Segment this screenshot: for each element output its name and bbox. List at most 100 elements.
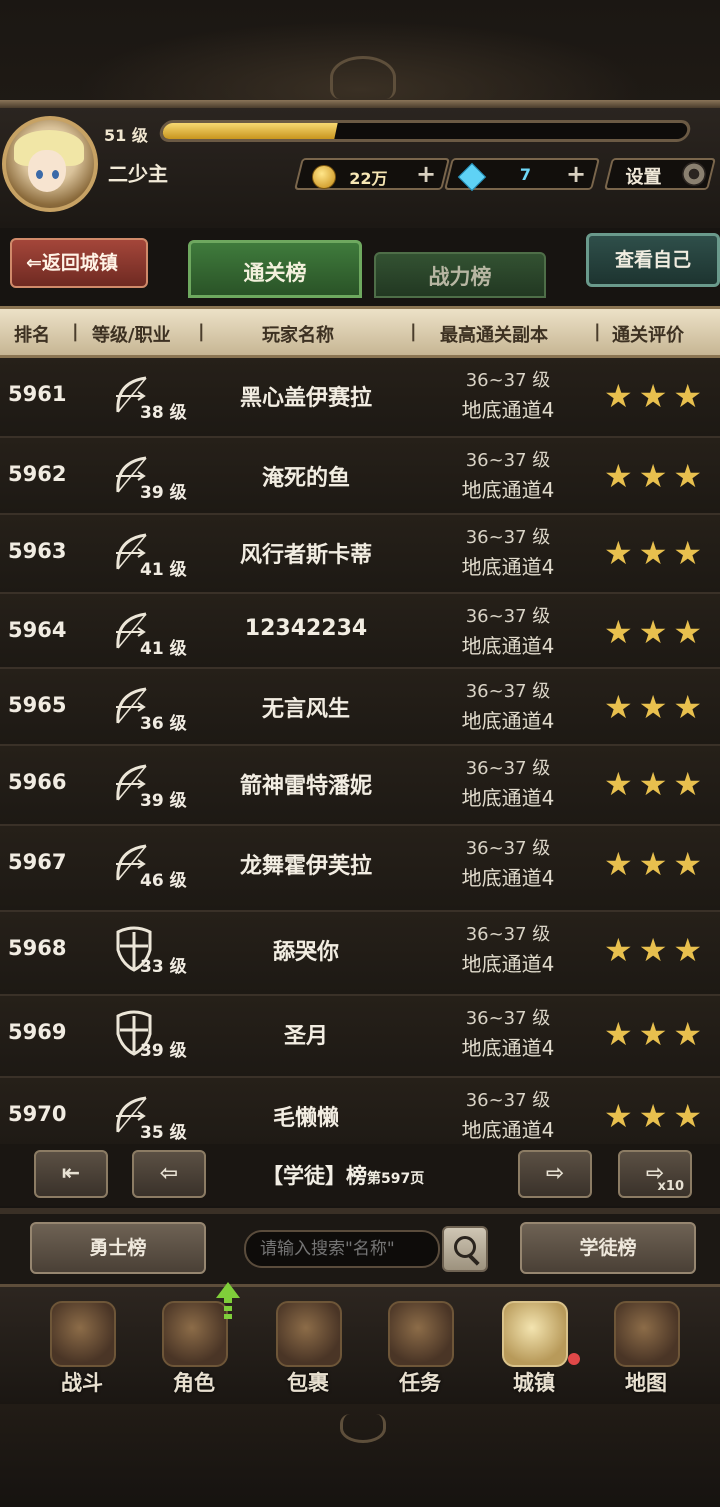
prev-page-button[interactable]: ⇦ bbox=[132, 1150, 206, 1198]
dungeon-level-range: 36~37 级 bbox=[465, 924, 551, 945]
player-name: 风行者斯卡蒂 bbox=[239, 543, 372, 568]
dungeon-name: 地底通道4 bbox=[461, 709, 555, 733]
nav-town[interactable]: 城镇 bbox=[484, 1295, 584, 1399]
upgrade-arrow-tail bbox=[224, 1298, 232, 1320]
dungeon-level-range: 36~37 级 bbox=[465, 838, 551, 859]
x10-label: x10 bbox=[657, 1179, 684, 1194]
nav-label: 城镇 bbox=[513, 1371, 555, 1395]
star-rating: ★★★ bbox=[604, 1097, 709, 1135]
dungeon-level-range: 36~37 级 bbox=[465, 606, 551, 627]
col-separator: | bbox=[410, 321, 417, 342]
player-name: 淹死的鱼 bbox=[261, 466, 350, 491]
player-name: 黑心盖伊赛拉 bbox=[239, 386, 372, 411]
col-separator: | bbox=[594, 321, 601, 342]
player-level: 39 级 bbox=[140, 791, 187, 811]
col-separator: | bbox=[72, 321, 79, 342]
table-row[interactable]: 5963 41 级 风行者斯卡蒂 36~37 级地底通道4 ★★★ bbox=[0, 515, 720, 594]
nav-label: 包裹 bbox=[287, 1371, 329, 1395]
nav-map[interactable]: 地图 bbox=[596, 1295, 696, 1399]
search-input[interactable] bbox=[244, 1230, 440, 1268]
page-number: 第597页 bbox=[367, 1171, 425, 1187]
dungeon-name: 地底通道4 bbox=[461, 1036, 555, 1060]
dungeon-name: 地底通道4 bbox=[461, 952, 555, 976]
pager: ⇤ ⇦ 【学徒】榜第597页 ⇨ ⇨ x10 bbox=[0, 1144, 720, 1206]
player-name: 圣月 bbox=[283, 1024, 328, 1049]
nav-label: 战斗 bbox=[61, 1371, 103, 1395]
first-page-button[interactable]: ⇤ bbox=[34, 1150, 108, 1198]
dungeon-level-range: 36~37 级 bbox=[465, 370, 551, 391]
table-row[interactable]: 5964 41 级 12342234 36~37 级地底通道4 ★★★ bbox=[0, 594, 720, 669]
dungeon-name: 地底通道4 bbox=[461, 398, 555, 422]
settings-button[interactable]: 设置 bbox=[604, 158, 716, 190]
star-rating: ★★★ bbox=[604, 931, 709, 969]
rank: 5963 bbox=[8, 539, 67, 563]
xp-fill bbox=[161, 123, 338, 139]
col-level-class: 等级/职业 bbox=[92, 325, 171, 346]
back-arrow-icon: ⇐ bbox=[26, 252, 42, 274]
nav-battle[interactable]: 战斗 bbox=[32, 1295, 132, 1399]
col-rank: 排名 bbox=[14, 325, 50, 346]
nav-label: 任务 bbox=[399, 1371, 441, 1395]
map-icon bbox=[614, 1301, 680, 1367]
star-rating: ★★★ bbox=[604, 613, 709, 651]
pager-title: 【学徒】榜 bbox=[262, 1164, 367, 1188]
nav-bag[interactable]: 包裹 bbox=[258, 1295, 358, 1399]
player-name: 12342234 bbox=[244, 616, 368, 641]
tab-clear-ranking[interactable]: 通关榜 bbox=[188, 240, 362, 298]
star-rating: ★★★ bbox=[604, 457, 709, 495]
first-page-icon: ⇤ bbox=[61, 1161, 81, 1186]
back-to-town-button[interactable]: ⇐返回城镇 bbox=[10, 238, 148, 288]
star-rating: ★★★ bbox=[604, 845, 709, 883]
star-rating: ★★★ bbox=[604, 765, 709, 803]
gear-icon bbox=[682, 162, 706, 186]
player-level: 38 级 bbox=[140, 403, 187, 423]
table-row[interactable]: 5961 38 级 黑心盖伊赛拉 36~37 级地底通道4 ★★★ bbox=[0, 358, 720, 438]
town-icon bbox=[502, 1301, 568, 1367]
nav-quest[interactable]: 任务 bbox=[370, 1295, 470, 1399]
bag-icon bbox=[276, 1301, 342, 1367]
search-button[interactable] bbox=[442, 1226, 488, 1272]
player-level: 39 级 bbox=[140, 483, 187, 503]
player-level: 39 级 bbox=[140, 1041, 187, 1061]
bottom-ornament bbox=[0, 1404, 720, 1507]
table-row[interactable]: 5969 39 级 圣月 36~37 级地底通道4 ★★★ bbox=[0, 996, 720, 1078]
rank: 5965 bbox=[8, 693, 67, 717]
add-diamond-button[interactable]: + bbox=[562, 161, 590, 187]
rank: 5969 bbox=[8, 1020, 67, 1044]
gold-coin-icon bbox=[312, 165, 336, 189]
next-10-pages-button[interactable]: ⇨ x10 bbox=[618, 1150, 692, 1198]
table-header: 排名 | 等级/职业 | 玩家名称 | 最高通关副本 | 通关评价 bbox=[0, 306, 720, 358]
upgrade-arrow-icon bbox=[216, 1282, 240, 1298]
apprentice-board-button[interactable]: 学徒榜 bbox=[520, 1222, 696, 1274]
pager-info: 【学徒】榜第597页 bbox=[262, 1160, 424, 1190]
rank: 5968 bbox=[8, 936, 67, 960]
bottom-nav: 战斗 角色 包裹 任务 城镇 地图 bbox=[0, 1284, 720, 1407]
col-player-name: 玩家名称 bbox=[262, 325, 334, 346]
next-page-button[interactable]: ⇨ bbox=[518, 1150, 592, 1198]
table-row[interactable]: 5962 39 级 淹死的鱼 36~37 级地底通道4 ★★★ bbox=[0, 438, 720, 515]
col-best-dungeon: 最高通关副本 bbox=[440, 325, 548, 346]
diamond-amount: 7 bbox=[519, 165, 532, 184]
right-arrow-icon: ⇨ bbox=[545, 1161, 565, 1186]
player-avatar[interactable] bbox=[2, 116, 98, 212]
xp-bar bbox=[157, 120, 693, 142]
dungeon-name: 地底通道4 bbox=[461, 478, 555, 502]
battle-icon bbox=[50, 1301, 116, 1367]
view-self-button[interactable]: 查看自己 bbox=[586, 233, 720, 287]
add-gold-button[interactable]: + bbox=[412, 161, 440, 187]
nav-label: 角色 bbox=[173, 1371, 215, 1395]
table-row[interactable]: 5965 36 级 无言风生 36~37 级地底通道4 ★★★ bbox=[0, 669, 720, 746]
table-row[interactable]: 5967 46 级 龙舞霍伊芙拉 36~37 级地底通道4 ★★★ bbox=[0, 826, 720, 912]
warrior-board-button[interactable]: 勇士榜 bbox=[30, 1222, 206, 1274]
tab-power-ranking[interactable]: 战力榜 bbox=[374, 252, 546, 298]
table-row[interactable]: 5966 39 级 箭神雷特潘妮 36~37 级地底通道4 ★★★ bbox=[0, 746, 720, 826]
table-row[interactable]: 5968 33 级 舔哭你 36~37 级地底通道4 ★★★ bbox=[0, 912, 720, 996]
frame-border bbox=[0, 100, 720, 108]
quest-icon bbox=[388, 1301, 454, 1367]
player-name: 箭神雷特潘妮 bbox=[239, 774, 372, 799]
player-name: 毛懒懒 bbox=[272, 1106, 339, 1131]
dungeon-level-range: 36~37 级 bbox=[465, 758, 551, 779]
player-level: 41 级 bbox=[140, 639, 187, 659]
rank: 5962 bbox=[8, 462, 67, 486]
rank: 5967 bbox=[8, 850, 67, 874]
